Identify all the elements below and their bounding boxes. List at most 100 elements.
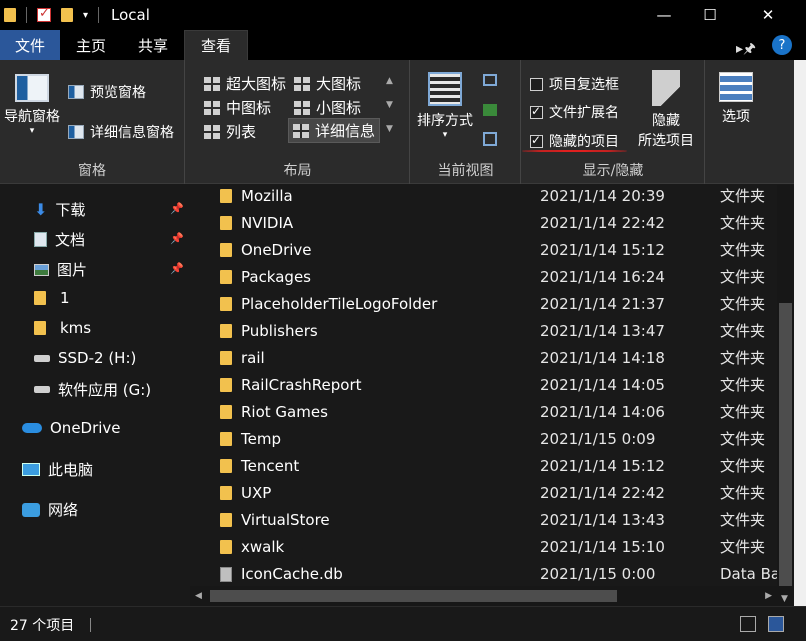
file-type: 文件夹 bbox=[720, 538, 766, 556]
nav-label: kms bbox=[60, 319, 92, 337]
file-extensions-label: 文件扩展名 bbox=[549, 105, 619, 121]
folder-icon bbox=[220, 459, 232, 473]
layout-expand-icon[interactable]: ▼ bbox=[386, 124, 393, 134]
list-item[interactable]: Mozilla 2021/1/14 20:39 文件夹 bbox=[190, 185, 777, 209]
layout-extra-large-icons[interactable]: 超大图标 bbox=[200, 72, 290, 95]
details-view-icon[interactable] bbox=[740, 616, 756, 632]
hidden-items-checkbox[interactable] bbox=[530, 133, 543, 148]
help-icon[interactable]: ? bbox=[772, 35, 792, 55]
database-file-icon bbox=[220, 567, 232, 582]
list-item[interactable]: VirtualStore 2021/1/14 13:43 文件夹 bbox=[190, 506, 777, 533]
tab-view[interactable]: 查看 bbox=[184, 30, 249, 60]
add-columns-icon[interactable] bbox=[483, 104, 497, 116]
file-name: Mozilla bbox=[241, 186, 293, 205]
group-by-icon[interactable] bbox=[483, 74, 497, 86]
list-item[interactable]: NVIDIA 2021/1/14 22:42 文件夹 bbox=[190, 209, 777, 236]
list-item[interactable]: OneDrive 2021/1/14 15:12 文件夹 bbox=[190, 236, 777, 263]
properties-icon[interactable] bbox=[37, 6, 51, 22]
layout-scroll-down-icon[interactable]: ▼ bbox=[386, 100, 393, 110]
file-type: 文件夹 bbox=[720, 241, 766, 259]
list-item[interactable]: PlaceholderTileLogoFolder 2021/1/14 21:3… bbox=[190, 290, 777, 317]
pin-icon[interactable]: 📌 bbox=[170, 202, 184, 215]
pin-icon[interactable]: 📌 bbox=[170, 232, 184, 245]
layout-large-icons[interactable]: 大图标 bbox=[290, 72, 365, 95]
list-item[interactable]: rail 2021/1/14 14:18 文件夹 bbox=[190, 344, 777, 371]
customize-dropdown-icon[interactable]: ▾ bbox=[83, 10, 88, 21]
window-title: Local bbox=[111, 6, 150, 24]
list-item[interactable]: Temp 2021/1/15 0:09 文件夹 bbox=[190, 425, 777, 452]
nav-item-this-pc[interactable]: 此电脑 bbox=[22, 459, 93, 480]
large-icons-view-icon[interactable] bbox=[768, 616, 784, 632]
file-type: 文件夹 bbox=[720, 322, 766, 340]
nav-item-downloads[interactable]: ⬇ 下载 bbox=[34, 199, 85, 220]
file-date: 2021/1/14 14:05 bbox=[540, 375, 665, 394]
nav-item-ssd-2[interactable]: SSD-2 (H:) bbox=[34, 349, 136, 367]
pin-icon[interactable]: 📌 bbox=[170, 262, 184, 275]
nav-item-folder-1[interactable]: 1 bbox=[34, 289, 70, 307]
layout-list[interactable]: 列表 bbox=[200, 120, 260, 143]
hide-selected-button[interactable]: 隐藏 所选项目 bbox=[630, 70, 702, 150]
list-item[interactable]: Publishers 2021/1/14 13:47 文件夹 bbox=[190, 317, 777, 344]
file-name: rail bbox=[241, 348, 265, 367]
file-type: 文件夹 bbox=[720, 457, 766, 475]
file-type: 文件夹 bbox=[720, 376, 766, 394]
status-bar: 27 个项目 bbox=[0, 606, 806, 641]
list-item[interactable]: IconCache.db 2021/1/15 0:00 Data Bas bbox=[190, 560, 777, 586]
minimize-button[interactable]: — bbox=[641, 0, 687, 30]
options-button[interactable]: 选项 bbox=[710, 72, 762, 126]
list-item[interactable]: UXP 2021/1/14 22:42 文件夹 bbox=[190, 479, 777, 506]
horizontal-scrollbar[interactable]: ◀ ▶ bbox=[190, 586, 777, 606]
vertical-scrollbar[interactable]: ▼ bbox=[777, 185, 794, 606]
scroll-left-icon[interactable]: ◀ bbox=[195, 591, 202, 601]
nav-item-documents[interactable]: 文档 bbox=[34, 229, 85, 250]
list-item[interactable]: RailCrashReport 2021/1/14 14:05 文件夹 bbox=[190, 371, 777, 398]
close-button[interactable]: ✕ bbox=[745, 0, 791, 30]
folder-icon bbox=[220, 324, 232, 338]
scroll-right-icon[interactable]: ▶ bbox=[765, 591, 772, 601]
details-pane-label: 详细信息窗格 bbox=[90, 125, 174, 141]
layout-details[interactable]: 详细信息 bbox=[288, 118, 381, 143]
scroll-down-icon[interactable]: ▼ bbox=[781, 594, 788, 604]
new-folder-icon[interactable] bbox=[61, 8, 73, 22]
file-extensions-checkbox[interactable] bbox=[530, 104, 543, 119]
item-checkboxes-checkbox[interactable] bbox=[530, 77, 543, 91]
list-item[interactable]: Tencent 2021/1/14 15:12 文件夹 bbox=[190, 452, 777, 479]
nav-item-onedrive[interactable]: OneDrive bbox=[22, 419, 121, 437]
file-type: 文件夹 bbox=[720, 349, 766, 367]
pin-ribbon-icon[interactable]: ▸🖈 bbox=[736, 38, 756, 62]
scrollbar-thumb[interactable] bbox=[779, 303, 792, 586]
maximize-button[interactable]: ☐ bbox=[687, 0, 733, 30]
nav-item-kms[interactable]: kms bbox=[34, 319, 91, 337]
tab-home[interactable]: 主页 bbox=[60, 30, 122, 60]
layout-small-icons[interactable]: 小图标 bbox=[290, 96, 365, 119]
list-icon bbox=[204, 124, 220, 139]
file-name: Tencent bbox=[241, 456, 300, 475]
nav-pane-button[interactable]: 导航窗格 ▾ bbox=[2, 74, 62, 136]
layout-scroll-up-icon[interactable]: ▲ bbox=[386, 76, 393, 86]
file-date: 2021/1/14 15:12 bbox=[540, 240, 665, 259]
list-item[interactable]: Packages 2021/1/14 16:24 文件夹 bbox=[190, 263, 777, 290]
scrollbar-thumb[interactable] bbox=[210, 590, 617, 602]
annotation-underline bbox=[522, 150, 627, 152]
file-date: 2021/1/14 22:42 bbox=[540, 483, 665, 502]
file-extensions-toggle[interactable]: 文件扩展名 bbox=[530, 102, 619, 122]
nav-item-software-g[interactable]: 软件应用 (G:) bbox=[34, 379, 151, 400]
details-pane-button[interactable]: 详细信息窗格 bbox=[68, 122, 174, 142]
size-columns-icon[interactable] bbox=[483, 132, 497, 146]
list-item[interactable]: xwalk 2021/1/14 15:10 文件夹 bbox=[190, 533, 777, 560]
tab-share[interactable]: 共享 bbox=[122, 30, 184, 60]
nav-item-network[interactable]: 网络 bbox=[22, 499, 78, 520]
tab-file[interactable]: 文件 bbox=[0, 30, 60, 60]
hidden-items-toggle[interactable]: 隐藏的项目 bbox=[530, 131, 619, 151]
layout-group-label: 布局 bbox=[283, 163, 312, 179]
divider bbox=[90, 618, 91, 632]
sort-by-button[interactable]: 排序方式 ▾ bbox=[413, 72, 477, 140]
layout-medium-icons[interactable]: 中图标 bbox=[200, 96, 275, 119]
sort-by-icon bbox=[428, 72, 462, 106]
file-name: Publishers bbox=[241, 321, 318, 340]
preview-pane-button[interactable]: 预览窗格 bbox=[68, 82, 146, 102]
list-item[interactable]: Riot Games 2021/1/14 14:06 文件夹 bbox=[190, 398, 777, 425]
nav-item-pictures[interactable]: 图片 bbox=[34, 259, 87, 280]
file-type: 文件夹 bbox=[720, 511, 766, 529]
item-checkboxes-toggle[interactable]: 项目复选框 bbox=[530, 74, 619, 94]
